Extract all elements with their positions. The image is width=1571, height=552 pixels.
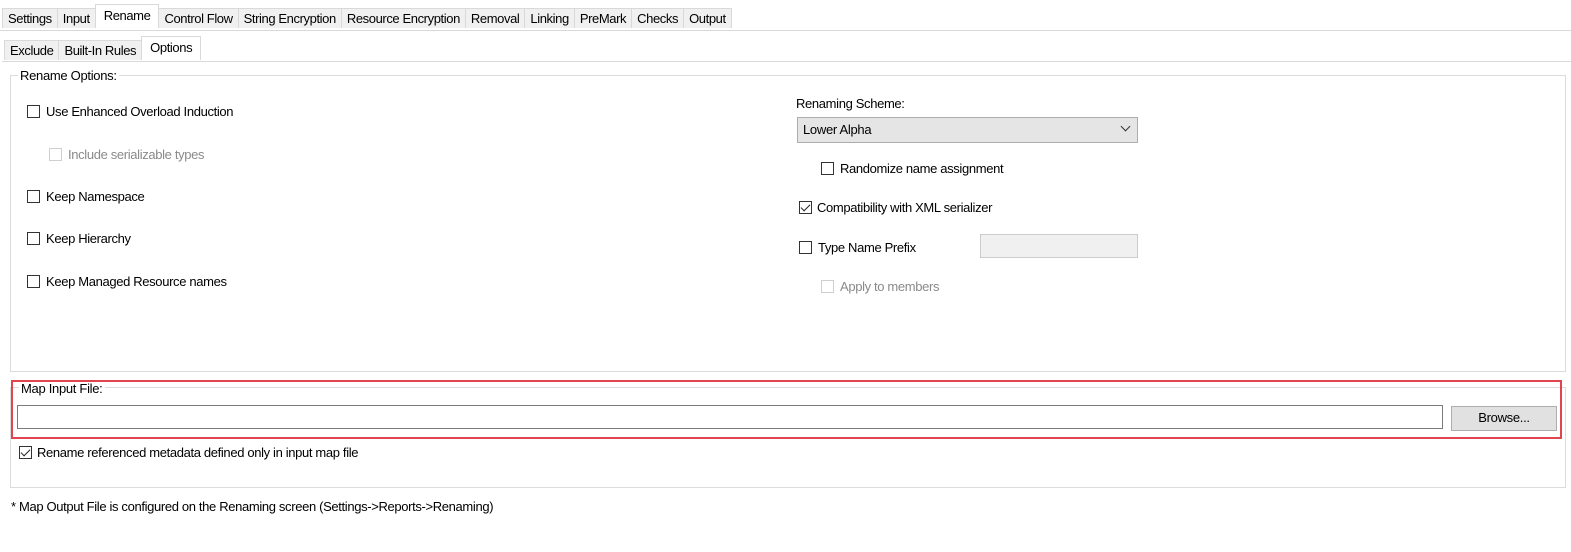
footnote-text: * Map Output File is configured on the R… [11,499,494,514]
renaming-scheme-select[interactable]: Lower Alpha [797,117,1138,143]
keep-managed-resource-checkbox[interactable] [27,275,40,288]
tab-resource-encryption[interactable]: Resource Encryption [340,8,466,28]
rename-options-group [10,75,1566,372]
tab-linking[interactable]: Linking [524,8,575,28]
tab-control-flow[interactable]: Control Flow [158,8,239,28]
apply-to-members-checkbox[interactable] [821,280,834,293]
rename-referenced-checkbox[interactable] [19,446,32,459]
tab-settings[interactable]: Settings [2,8,58,28]
chevron-down-icon [1120,121,1131,132]
tab-string-encryption[interactable]: String Encryption [237,8,342,28]
include-serializable-checkbox[interactable] [49,148,62,161]
use-enhanced-overload-checkbox[interactable] [27,105,40,118]
type-name-prefix-label: Type Name Prefix [818,240,916,255]
keep-namespace-label: Keep Namespace [46,189,145,204]
keep-hierarchy-checkbox[interactable] [27,232,40,245]
use-enhanced-overload-label: Use Enhanced Overload Induction [46,104,234,119]
tab-premark[interactable]: PreMark [573,8,633,28]
rename-referenced-label: Rename referenced metadata defined only … [37,445,359,460]
xml-compat-label: Compatibility with XML serializer [817,200,993,215]
type-name-prefix-checkbox[interactable] [799,241,812,254]
tab-output[interactable]: Output [683,8,732,28]
rename-options-legend: Rename Options: [18,68,119,83]
tab-checks[interactable]: Checks [631,8,685,28]
randomize-checkbox[interactable] [821,162,834,175]
keep-namespace-checkbox[interactable] [27,190,40,203]
subtab-options[interactable]: Options [141,36,202,60]
sub-tab-divider [2,61,1571,62]
map-input-highlight [11,380,1562,439]
subtab-built-in-rules[interactable]: Built-In Rules [58,40,143,60]
top-tab-strip: Settings Input Rename Control Flow String En… [2,4,732,28]
renaming-scheme-value: Lower Alpha [803,122,872,137]
keep-hierarchy-label: Keep Hierarchy [46,231,131,246]
tab-rename[interactable]: Rename [94,4,160,28]
keep-managed-resource-label: Keep Managed Resource names [46,274,227,289]
tab-removal[interactable]: Removal [464,8,526,28]
top-tab-divider [0,30,1571,31]
subtab-exclude[interactable]: Exclude [4,40,60,60]
renaming-scheme-label: Renaming Scheme: [796,96,905,111]
randomize-label: Randomize name assignment [840,161,1004,176]
apply-to-members-label: Apply to members [840,279,940,294]
xml-compat-checkbox[interactable] [799,201,812,214]
type-name-prefix-input[interactable] [980,234,1138,258]
sub-tab-strip: Exclude Built-In Rules Options [4,36,202,60]
tab-input[interactable]: Input [56,8,96,28]
include-serializable-label: Include serializable types [68,147,205,162]
